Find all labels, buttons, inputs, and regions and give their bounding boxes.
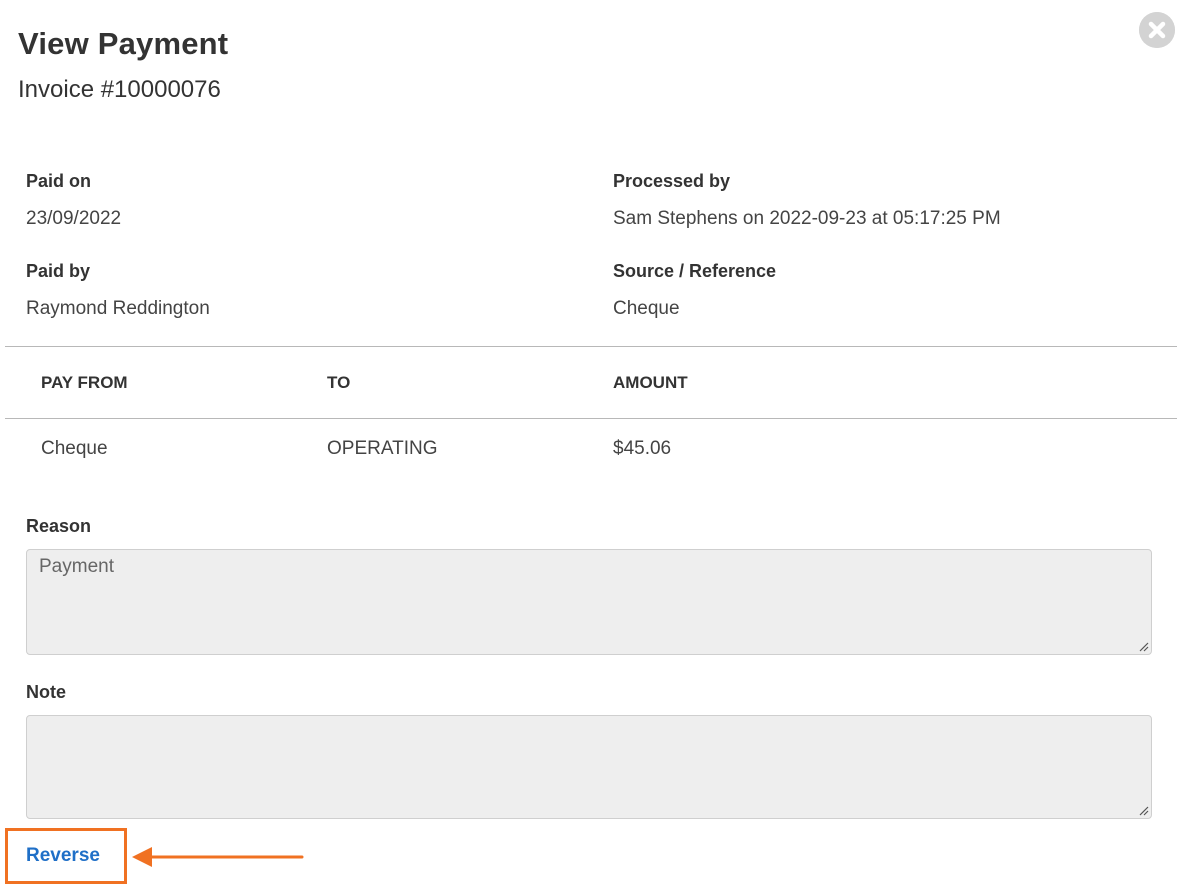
resize-grip-icon[interactable] bbox=[1137, 804, 1149, 816]
paid-by-label: Paid by bbox=[26, 261, 91, 281]
processed-by-label: Processed by bbox=[613, 171, 731, 191]
source-reference-value: Cheque bbox=[613, 298, 680, 319]
page-title: View Payment bbox=[18, 26, 229, 61]
resize-grip-icon[interactable] bbox=[1137, 640, 1149, 652]
cell-amount: $45.06 bbox=[613, 438, 672, 459]
processed-by-value: Sam Stephens on 2022-09-23 at 05:17:25 P… bbox=[613, 208, 1001, 229]
cell-to: OPERATING bbox=[327, 438, 438, 459]
column-header-pay-from: PAY FROM bbox=[41, 373, 128, 392]
source-reference-label: Source / Reference bbox=[613, 261, 777, 281]
invoice-subtitle: Invoice #10000076 bbox=[18, 76, 221, 103]
note-label: Note bbox=[26, 682, 66, 702]
close-button[interactable] bbox=[1139, 12, 1175, 48]
column-header-to: TO bbox=[327, 373, 351, 392]
close-icon bbox=[1139, 12, 1175, 48]
note-field[interactable] bbox=[26, 715, 1152, 819]
paid-on-label: Paid on bbox=[26, 171, 92, 191]
paid-by-value: Raymond Reddington bbox=[26, 298, 210, 319]
arrow-left-icon bbox=[132, 847, 304, 867]
divider bbox=[5, 346, 1177, 347]
reason-field[interactable]: Payment bbox=[26, 549, 1152, 655]
view-payment-dialog: View Payment Invoice #10000076 Paid on 2… bbox=[0, 0, 1181, 895]
paid-on-value: 23/09/2022 bbox=[26, 208, 122, 229]
cell-pay-from: Cheque bbox=[41, 438, 108, 459]
reason-label: Reason bbox=[26, 516, 92, 536]
table-header-divider bbox=[5, 418, 1177, 419]
reverse-button[interactable]: Reverse bbox=[26, 845, 100, 867]
column-header-amount: AMOUNT bbox=[613, 373, 688, 392]
